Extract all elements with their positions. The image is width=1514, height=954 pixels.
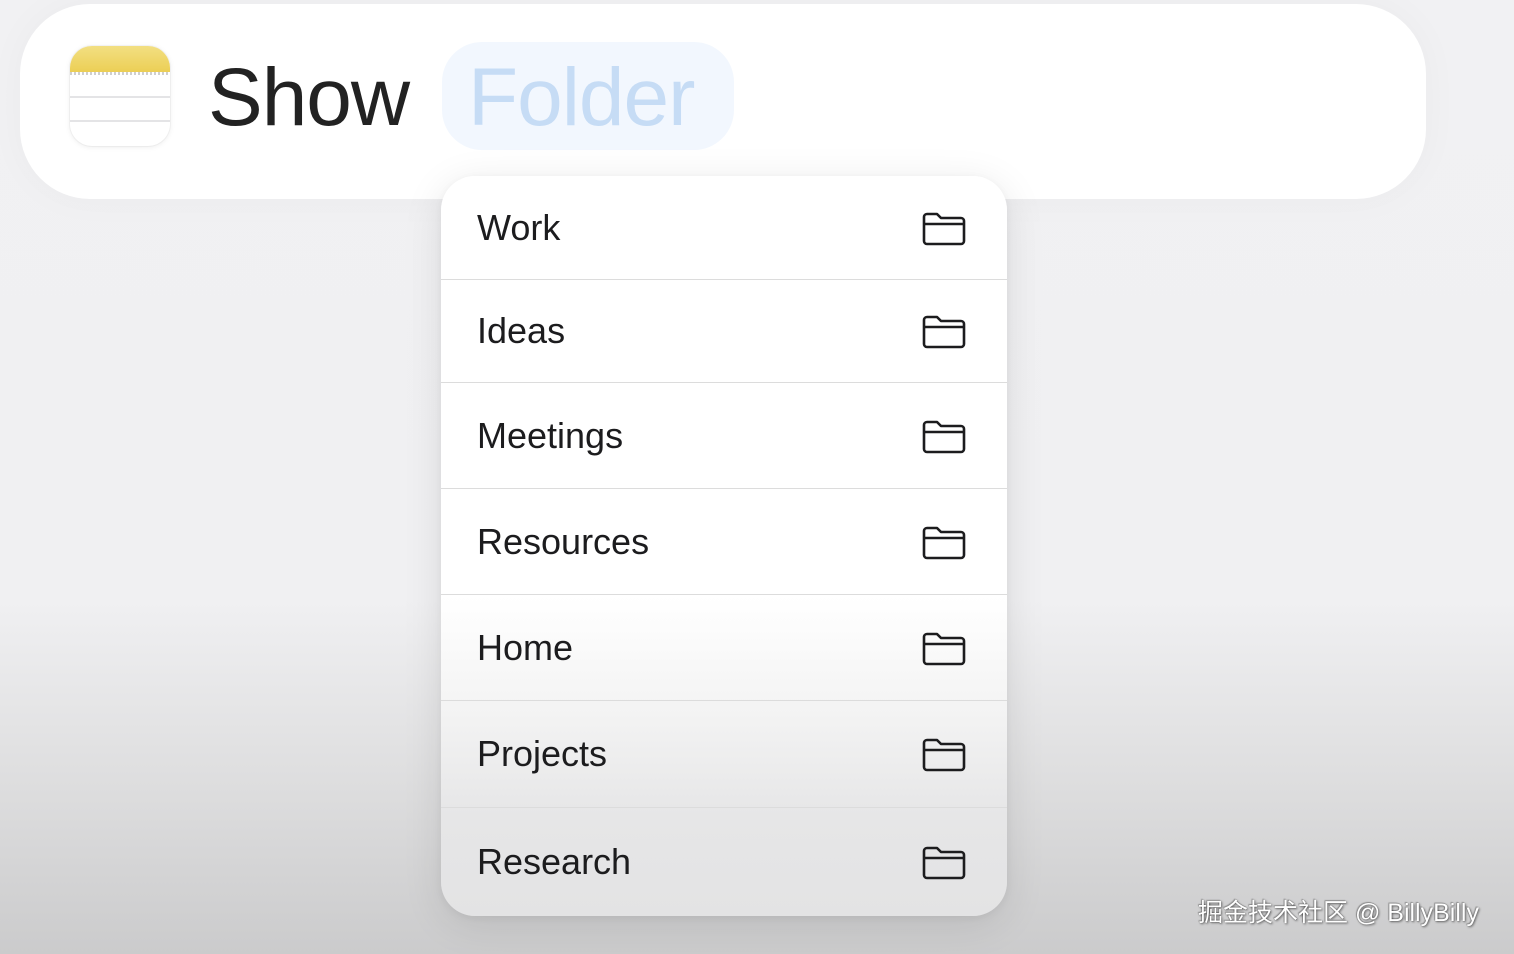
menu-item-label: Work: [477, 206, 561, 248]
menu-item-label: Meetings: [477, 414, 624, 456]
notes-icon-header: [70, 46, 170, 72]
menu-item-label: Ideas: [477, 310, 566, 351]
action-label: Show: [208, 52, 410, 143]
folder-parameter-label: Folder: [468, 52, 695, 143]
menu-item-research[interactable]: Research: [441, 808, 1007, 916]
notes-icon-perforation: [70, 72, 170, 75]
folder-parameter-chip[interactable]: Folder: [442, 42, 734, 150]
folder-picker-menu: Work Ideas Meetings Resources Home Proje…: [441, 176, 1007, 916]
menu-item-label: Home: [477, 626, 574, 668]
folder-icon: [922, 738, 966, 772]
menu-item-home[interactable]: Home: [441, 595, 1007, 701]
menu-item-ideas[interactable]: Ideas: [441, 280, 1007, 383]
menu-item-label: Projects: [477, 733, 608, 774]
notes-app-icon: [70, 46, 170, 146]
menu-item-resources[interactable]: Resources: [441, 489, 1007, 595]
menu-item-projects[interactable]: Projects: [441, 701, 1007, 808]
folder-icon: [922, 212, 966, 245]
folder-icon: [922, 526, 966, 559]
menu-item-label: Research: [477, 841, 632, 882]
menu-item-label: Resources: [477, 520, 650, 562]
notes-icon-line: [70, 120, 170, 122]
menu-item-work[interactable]: Work: [441, 176, 1007, 280]
folder-icon: [922, 420, 966, 453]
folder-icon: [922, 846, 966, 880]
folder-icon: [922, 315, 966, 349]
menu-item-meetings[interactable]: Meetings: [441, 383, 1007, 489]
notes-icon-line: [70, 96, 170, 98]
folder-icon: [922, 632, 966, 665]
watermark-text: 掘金技术社区 @ BillyBilly: [1198, 899, 1479, 927]
